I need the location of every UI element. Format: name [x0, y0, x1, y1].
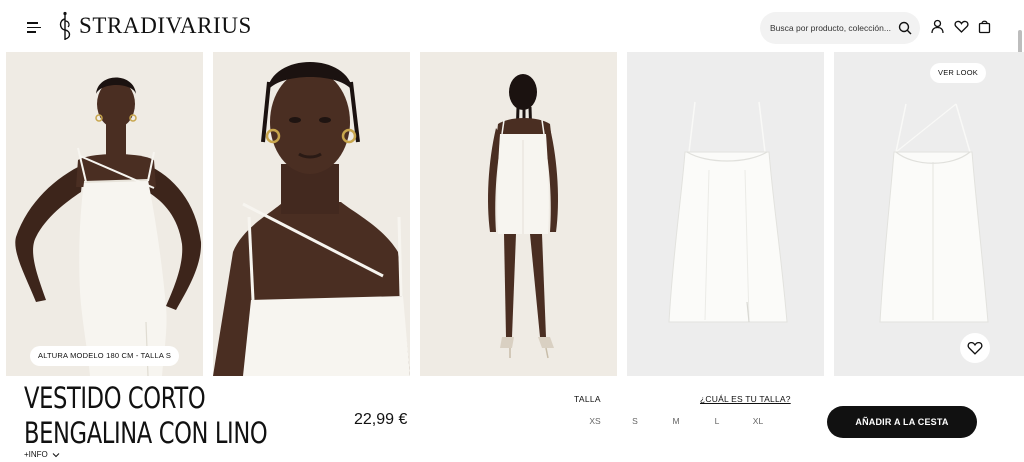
size-option-l[interactable]: L [715, 416, 720, 426]
bag-icon[interactable] [977, 19, 992, 34]
menu-icon[interactable] [27, 21, 41, 33]
product-photo-back[interactable] [420, 52, 617, 376]
dress-front-image [627, 52, 824, 376]
model-back-image [420, 52, 617, 376]
favorite-button[interactable] [960, 333, 990, 363]
size-label: TALLA [574, 394, 601, 404]
product-photo-flat-back[interactable]: VER LOOK [834, 52, 1024, 376]
more-info-toggle[interactable]: +INFO [24, 450, 60, 459]
more-info-label: +INFO [24, 450, 48, 459]
product-gallery: ALTURA MODELO 180 CM - TALLA S VER LOOK [6, 52, 1024, 376]
site-header: STRADIVARIUS [0, 0, 1024, 52]
product-title-line1: VESTIDO CORTO [24, 381, 206, 415]
product-title-line2: BENGALINA CON LINO [24, 416, 268, 450]
size-option-xl[interactable]: XL [753, 416, 763, 426]
model-front-image [6, 52, 203, 376]
violin-clef-logo-icon [59, 11, 71, 40]
view-look-button[interactable]: VER LOOK [930, 63, 986, 83]
product-photo-flat-front[interactable] [627, 52, 824, 376]
heart-icon[interactable] [954, 19, 969, 34]
brand-name: STRADIVARIUS [79, 13, 252, 38]
add-to-cart-button[interactable]: AÑADIR A LA CESTA [827, 406, 977, 438]
product-title: VESTIDO CORTO BENGALINA CON LINO [24, 381, 268, 451]
search-input[interactable] [770, 23, 898, 33]
brand-logo[interactable]: STRADIVARIUS [56, 11, 252, 41]
size-option-m[interactable]: M [672, 416, 679, 426]
size-option-xs[interactable]: XS [589, 416, 600, 426]
search-box[interactable] [760, 12, 920, 44]
size-guide-link[interactable]: ¿CUÁL ES TU TALLA? [700, 394, 791, 404]
dress-back-image [834, 52, 1024, 376]
user-icon[interactable] [930, 19, 945, 34]
search-icon[interactable] [898, 21, 912, 35]
model-info-badge: ALTURA MODELO 180 CM - TALLA S [30, 346, 180, 366]
model-closeup-image [213, 52, 410, 376]
chevron-down-icon [52, 452, 60, 457]
heart-icon [967, 341, 983, 355]
size-option-s[interactable]: S [632, 416, 638, 426]
product-photo-closeup[interactable] [213, 52, 410, 376]
product-photo-model-front[interactable]: ALTURA MODELO 180 CM - TALLA S [6, 52, 203, 376]
product-price: 22,99 € [354, 411, 408, 428]
